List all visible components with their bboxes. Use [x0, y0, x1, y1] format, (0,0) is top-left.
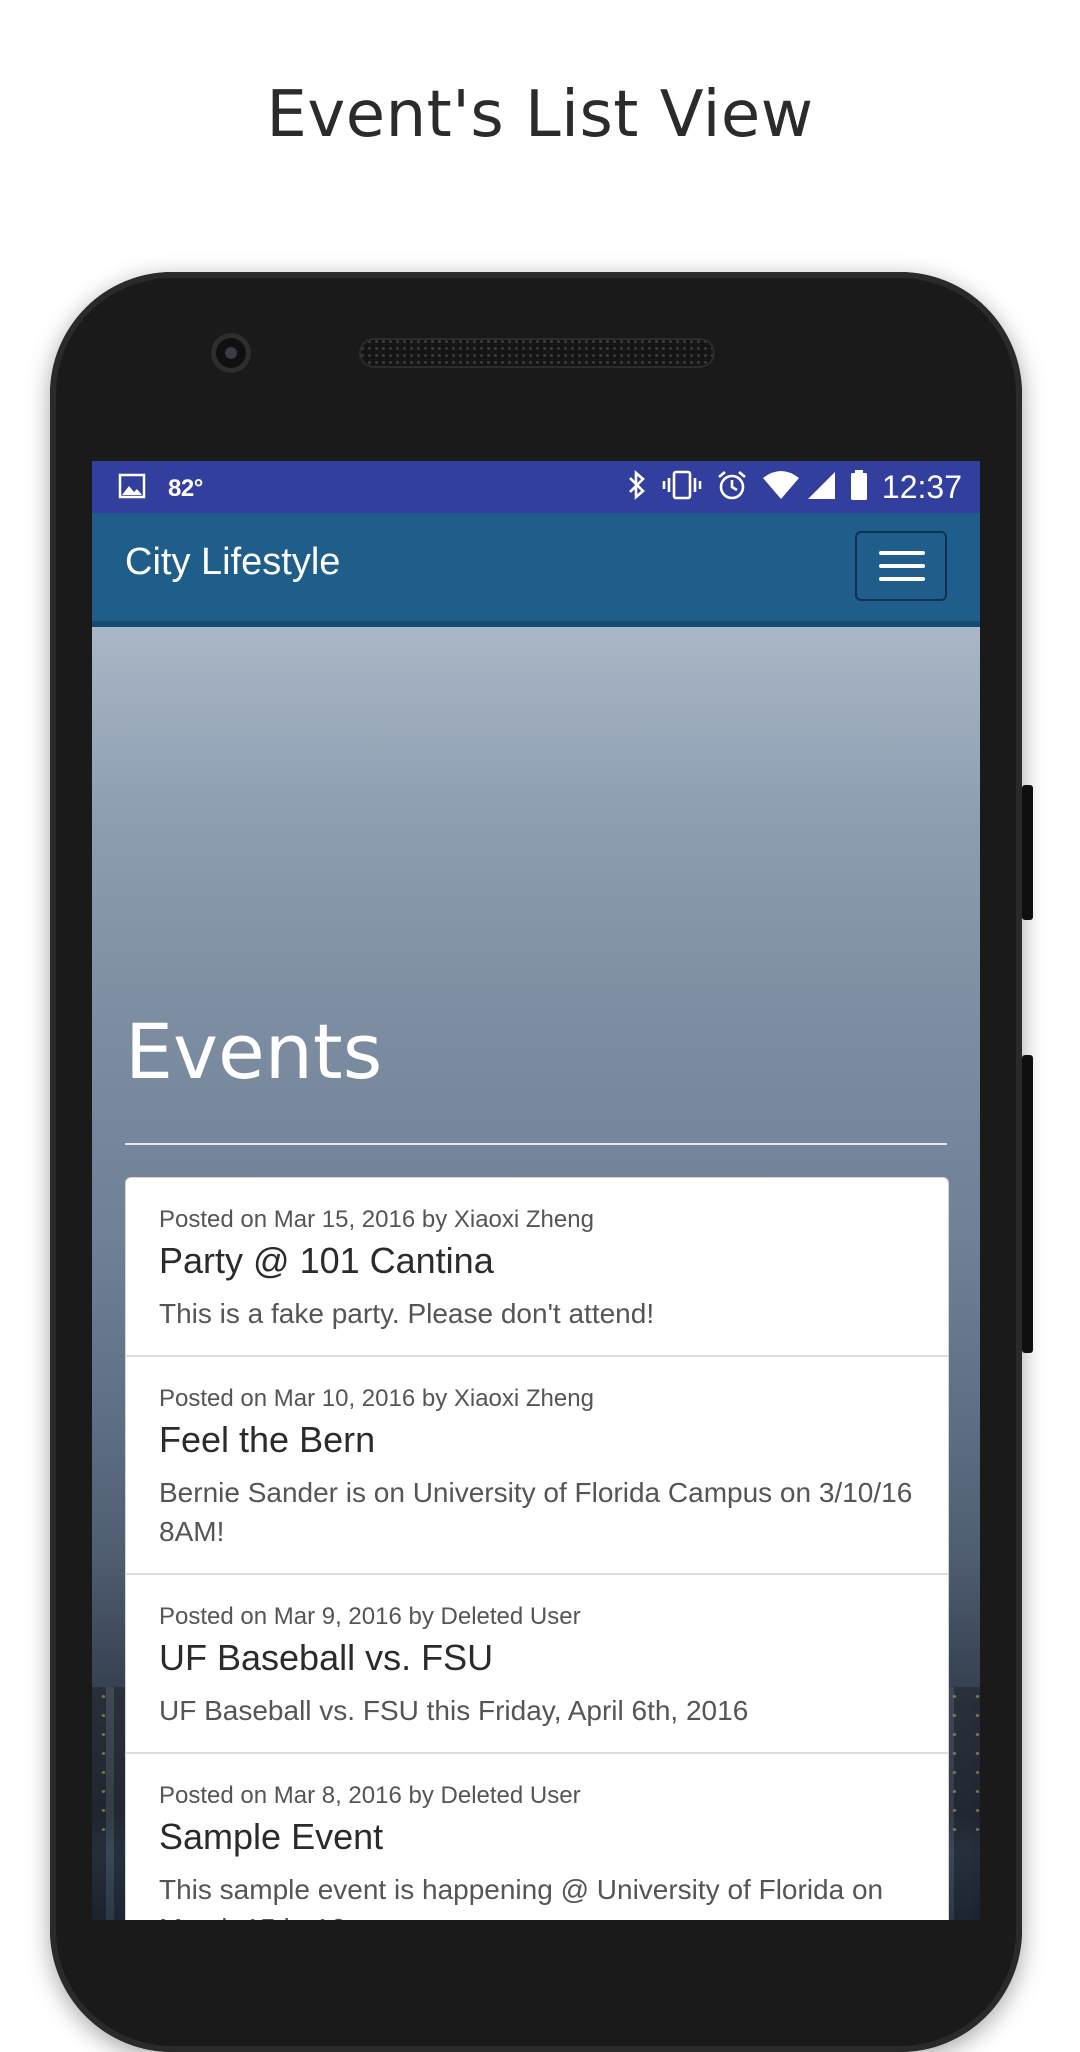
brand-link[interactable]: City Lifestyle — [125, 541, 340, 584]
event-title[interactable]: Sample Event — [159, 1816, 915, 1858]
event-meta: Posted on Mar 9, 2016 by Deleted User — [159, 1603, 581, 1630]
wifi-icon — [762, 470, 800, 505]
event-item[interactable]: Posted on Mar 8, 2016 by Deleted User Sa… — [126, 1754, 948, 1920]
event-title[interactable]: UF Baseball vs. FSU — [159, 1637, 915, 1679]
event-description: UF Baseball vs. FSU this Friday, April 6… — [159, 1695, 749, 1726]
temperature-label: 82° — [168, 474, 203, 502]
event-description: This is a fake party. Please don't atten… — [159, 1298, 655, 1329]
front-camera — [211, 333, 251, 373]
phone-screen: 82° 12:37 City Lifestyle Events Posted o… — [92, 461, 980, 1920]
power-button — [1022, 785, 1033, 920]
event-item[interactable]: Posted on Mar 15, 2016 by Xiaoxi Zheng P… — [126, 1178, 948, 1357]
event-meta: Posted on Mar 10, 2016 by Xiaoxi Zheng — [159, 1385, 594, 1412]
page-caption: Event's List View — [266, 78, 814, 152]
image-icon — [118, 473, 146, 504]
battery-icon — [850, 469, 868, 506]
event-list: Posted on Mar 15, 2016 by Xiaoxi Zheng P… — [125, 1177, 949, 1920]
event-title[interactable]: Party @ 101 Cantina — [159, 1240, 915, 1282]
page-title: Events — [125, 1007, 383, 1096]
event-description: This sample event is happening @ Univers… — [159, 1874, 884, 1920]
status-bar: 82° 12:37 — [92, 461, 980, 513]
hamburger-menu-button[interactable] — [855, 531, 947, 601]
event-description: Bernie Sander is on University of Florid… — [159, 1477, 913, 1547]
event-meta: Posted on Mar 8, 2016 by Deleted User — [159, 1782, 581, 1809]
title-divider — [125, 1143, 947, 1145]
volume-button — [1022, 1055, 1033, 1353]
vibrate-icon — [662, 470, 702, 505]
earpiece-speaker — [359, 338, 715, 368]
hamburger-line — [879, 564, 925, 568]
hamburger-menu-icon — [879, 551, 925, 555]
event-meta: Posted on Mar 15, 2016 by Xiaoxi Zheng — [159, 1206, 594, 1233]
clock-time: 12:37 — [881, 469, 962, 505]
hamburger-line — [879, 577, 925, 581]
event-title[interactable]: Feel the Bern — [159, 1419, 915, 1461]
event-item[interactable]: Posted on Mar 10, 2016 by Xiaoxi Zheng F… — [126, 1357, 948, 1575]
alarm-icon — [716, 469, 748, 506]
bluetooth-icon — [626, 469, 648, 506]
top-navbar: City Lifestyle — [92, 513, 980, 627]
event-item[interactable]: Posted on Mar 9, 2016 by Deleted User UF… — [126, 1575, 948, 1754]
signal-icon — [806, 470, 836, 505]
